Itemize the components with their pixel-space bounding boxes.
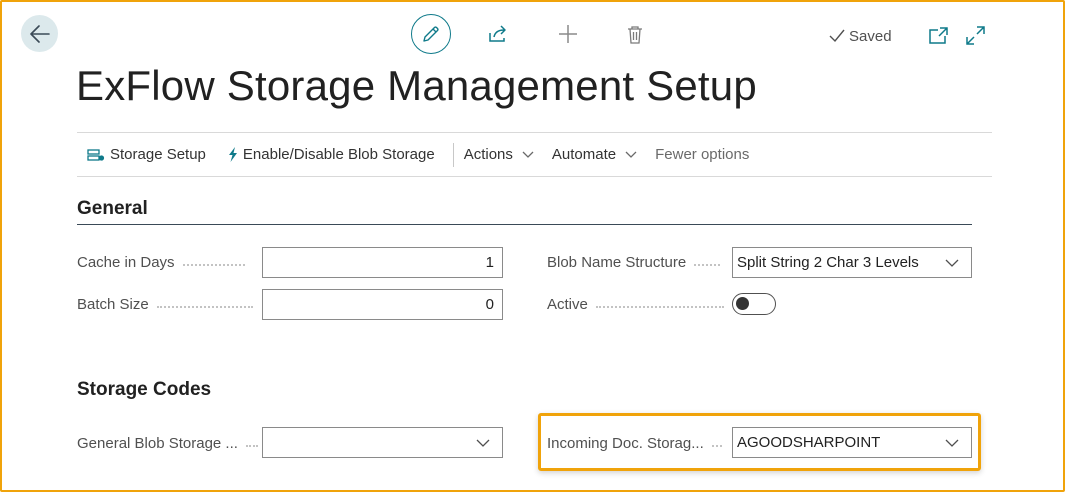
incoming-doc-storage-text: Incoming Doc. Storag... <box>547 435 704 452</box>
chevron-down-icon <box>476 439 490 447</box>
label-leader <box>595 305 724 308</box>
batch-size-label: Batch Size <box>77 296 253 313</box>
batch-size-input[interactable]: 0 <box>262 289 503 320</box>
back-button[interactable] <box>21 15 58 52</box>
general-blob-storage-label: General Blob Storage ... <box>77 435 258 452</box>
general-divider <box>77 224 972 225</box>
back-arrow-icon <box>29 24 50 43</box>
page-title: ExFlow Storage Management Setup <box>76 62 757 109</box>
checkmark-icon <box>829 29 845 43</box>
enable-disable-blob-action[interactable]: Enable/Disable Blob Storage <box>228 146 435 163</box>
popout-icon <box>929 26 948 44</box>
action-bar: Storage Setup Enable/Disable Blob Storag… <box>77 132 992 177</box>
incoming-doc-storage-select[interactable]: AGOODSHARPOINT <box>732 427 972 458</box>
delete-button[interactable] <box>624 23 646 45</box>
enable-disable-label: Enable/Disable Blob Storage <box>242 146 435 163</box>
batch-size-value: 0 <box>485 296 494 313</box>
storage-setup-action[interactable]: Storage Setup <box>87 146 206 163</box>
chevron-down-icon <box>945 439 959 447</box>
fewer-options-button[interactable]: Fewer options <box>655 146 749 163</box>
general-blob-storage-text: General Blob Storage ... <box>77 435 238 452</box>
automate-menu[interactable]: Automate <box>552 146 637 163</box>
label-leader <box>182 263 245 266</box>
blob-name-structure-value: Split String 2 Char 3 Levels <box>737 254 919 271</box>
expand-icon <box>965 25 985 45</box>
automate-menu-label: Automate <box>551 146 617 163</box>
chevron-down-icon <box>945 259 959 267</box>
chevron-down-icon <box>522 151 534 158</box>
blob-name-structure-text: Blob Name Structure <box>547 254 687 271</box>
action-separator <box>452 142 454 167</box>
trash-icon <box>628 25 642 44</box>
label-leader <box>711 444 722 447</box>
storage-codes-section-title: Storage Codes <box>77 379 212 400</box>
general-section-title: General <box>77 198 148 219</box>
fewer-options-label: Fewer options <box>655 146 750 163</box>
active-text: Active <box>547 296 588 313</box>
label-leader <box>156 305 253 308</box>
cache-in-days-text: Cache in Days <box>77 254 175 271</box>
general-blob-storage-select[interactable] <box>262 427 503 458</box>
active-label: Active <box>547 296 724 313</box>
saved-label: Saved <box>849 27 892 45</box>
chevron-down-icon <box>625 151 637 158</box>
new-button[interactable] <box>557 23 579 45</box>
cache-in-days-input[interactable]: 1 <box>262 247 503 278</box>
lightning-icon <box>228 147 237 162</box>
cache-in-days-label: Cache in Days <box>77 254 245 271</box>
incoming-doc-storage-label: Incoming Doc. Storag... <box>547 435 722 452</box>
share-button[interactable] <box>488 23 510 45</box>
storage-setup-label: Storage Setup <box>110 146 206 163</box>
label-leader <box>245 444 258 447</box>
incoming-doc-storage-value: AGOODSHARPOINT <box>737 434 881 451</box>
open-new-window-button[interactable] <box>928 25 950 45</box>
active-toggle[interactable] <box>732 293 776 315</box>
plus-icon <box>559 25 577 43</box>
actions-menu[interactable]: Actions <box>464 146 534 163</box>
blob-name-structure-label: Blob Name Structure <box>547 254 721 271</box>
batch-size-text: Batch Size <box>77 296 149 313</box>
pencil-icon <box>423 26 439 42</box>
actions-menu-label: Actions <box>463 146 513 163</box>
toggle-knob <box>736 297 749 310</box>
blob-name-structure-select[interactable]: Split String 2 Char 3 Levels <box>732 247 972 278</box>
edit-button[interactable] <box>411 14 451 54</box>
storage-setup-icon <box>87 148 105 161</box>
expand-button[interactable] <box>964 24 986 46</box>
share-icon <box>489 25 506 42</box>
saved-status: Saved <box>829 26 892 46</box>
label-leader <box>694 263 721 266</box>
cache-in-days-value: 1 <box>485 254 494 271</box>
